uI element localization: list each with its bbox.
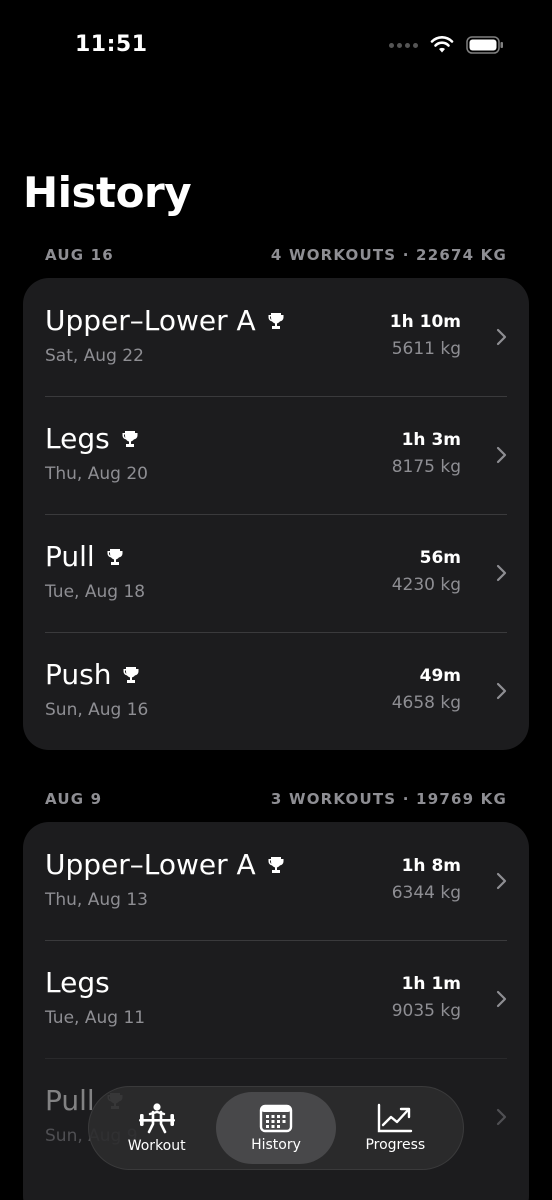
tab-label: Workout bbox=[127, 1138, 186, 1154]
wifi-icon bbox=[430, 36, 454, 53]
chart-line-icon bbox=[378, 1103, 413, 1133]
chevron-right-icon bbox=[496, 990, 507, 1008]
workout-name: Push bbox=[45, 658, 112, 691]
workout-volume: 6344 kg bbox=[391, 883, 461, 903]
workout-row[interactable]: Pull Tue, Aug 18 56m 4230 kg bbox=[23, 514, 529, 632]
tab-progress[interactable]: Progress bbox=[336, 1092, 455, 1164]
workout-duration: 1h 1m bbox=[401, 974, 461, 994]
chevron-right-icon bbox=[496, 872, 507, 890]
workout-name: Legs bbox=[45, 966, 110, 999]
tab-label: History bbox=[251, 1137, 301, 1153]
cellular-signal-icon bbox=[389, 42, 418, 48]
workout-row[interactable]: Legs Tue, Aug 11 1h 1m 9035 kg bbox=[23, 940, 529, 1058]
section-summary: 3 WORKOUTS · 19769 KG bbox=[270, 790, 507, 808]
status-bar: 11:51 bbox=[0, 0, 552, 90]
workout-volume: 4658 kg bbox=[391, 693, 461, 713]
workout-date: Sun, Aug 16 bbox=[45, 700, 149, 720]
weightlifter-icon bbox=[138, 1103, 175, 1134]
chevron-right-icon bbox=[496, 564, 507, 582]
status-icons bbox=[389, 36, 504, 54]
tab-workout[interactable]: Workout bbox=[97, 1092, 216, 1164]
trophy-icon bbox=[107, 548, 123, 565]
section-date: AUG 9 bbox=[45, 790, 103, 808]
workout-date: Tue, Aug 18 bbox=[45, 582, 146, 602]
workout-name: Pull bbox=[45, 1084, 95, 1117]
workout-name: Upper–Lower A bbox=[45, 848, 256, 881]
workout-duration: 1h 8m bbox=[401, 856, 461, 876]
section-summary: 4 WORKOUTS · 22674 KG bbox=[270, 246, 507, 264]
workout-list-card: Upper–Lower A Sat, Aug 22 1h 10m 5611 kg… bbox=[23, 278, 529, 750]
workout-volume: 8175 kg bbox=[391, 457, 461, 477]
workout-duration: 1h 3m bbox=[401, 430, 461, 450]
chevron-right-icon bbox=[496, 1108, 507, 1126]
workout-row[interactable]: Push Sun, Aug 16 49m 4658 kg bbox=[23, 632, 529, 750]
workout-duration: 56m bbox=[419, 548, 461, 568]
workout-date: Tue, Aug 11 bbox=[45, 1008, 146, 1028]
section-header: AUG 16 4 WORKOUTS · 22674 KG bbox=[45, 246, 507, 264]
workout-date: Thu, Aug 20 bbox=[45, 464, 148, 484]
workout-name: Legs bbox=[45, 422, 110, 455]
workout-duration: 1h 10m bbox=[389, 312, 461, 332]
workout-volume: 9035 kg bbox=[391, 1001, 461, 1021]
chevron-right-icon bbox=[496, 682, 507, 700]
calendar-icon bbox=[259, 1104, 293, 1133]
chevron-right-icon bbox=[496, 446, 507, 464]
chevron-right-icon bbox=[496, 328, 507, 346]
tab-history[interactable]: History bbox=[216, 1092, 336, 1164]
trophy-icon bbox=[122, 430, 138, 447]
tab-bar: Workout History Progress bbox=[88, 1086, 464, 1170]
workout-name: Pull bbox=[45, 540, 95, 573]
workout-row[interactable]: Upper–Lower A Thu, Aug 13 1h 8m 6344 kg bbox=[23, 822, 529, 940]
status-time: 11:51 bbox=[75, 32, 148, 57]
section-date: AUG 16 bbox=[45, 246, 114, 264]
workout-date: Thu, Aug 13 bbox=[45, 890, 148, 910]
page-title: History bbox=[23, 168, 192, 217]
tab-label: Progress bbox=[365, 1137, 426, 1153]
workout-date: Sat, Aug 22 bbox=[45, 346, 144, 366]
workout-row[interactable]: Legs Thu, Aug 20 1h 3m 8175 kg bbox=[23, 396, 529, 514]
workout-duration: 49m bbox=[419, 666, 461, 686]
workout-row[interactable]: Upper–Lower A Sat, Aug 22 1h 10m 5611 kg bbox=[23, 278, 529, 396]
battery-icon bbox=[466, 36, 503, 54]
trophy-icon bbox=[268, 312, 284, 329]
trophy-icon bbox=[123, 666, 139, 683]
workout-name: Upper–Lower A bbox=[45, 304, 256, 337]
trophy-icon bbox=[268, 856, 284, 873]
workout-volume: 4230 kg bbox=[391, 575, 461, 595]
workout-volume: 5611 kg bbox=[391, 339, 461, 359]
section-header: AUG 9 3 WORKOUTS · 19769 KG bbox=[45, 790, 507, 808]
